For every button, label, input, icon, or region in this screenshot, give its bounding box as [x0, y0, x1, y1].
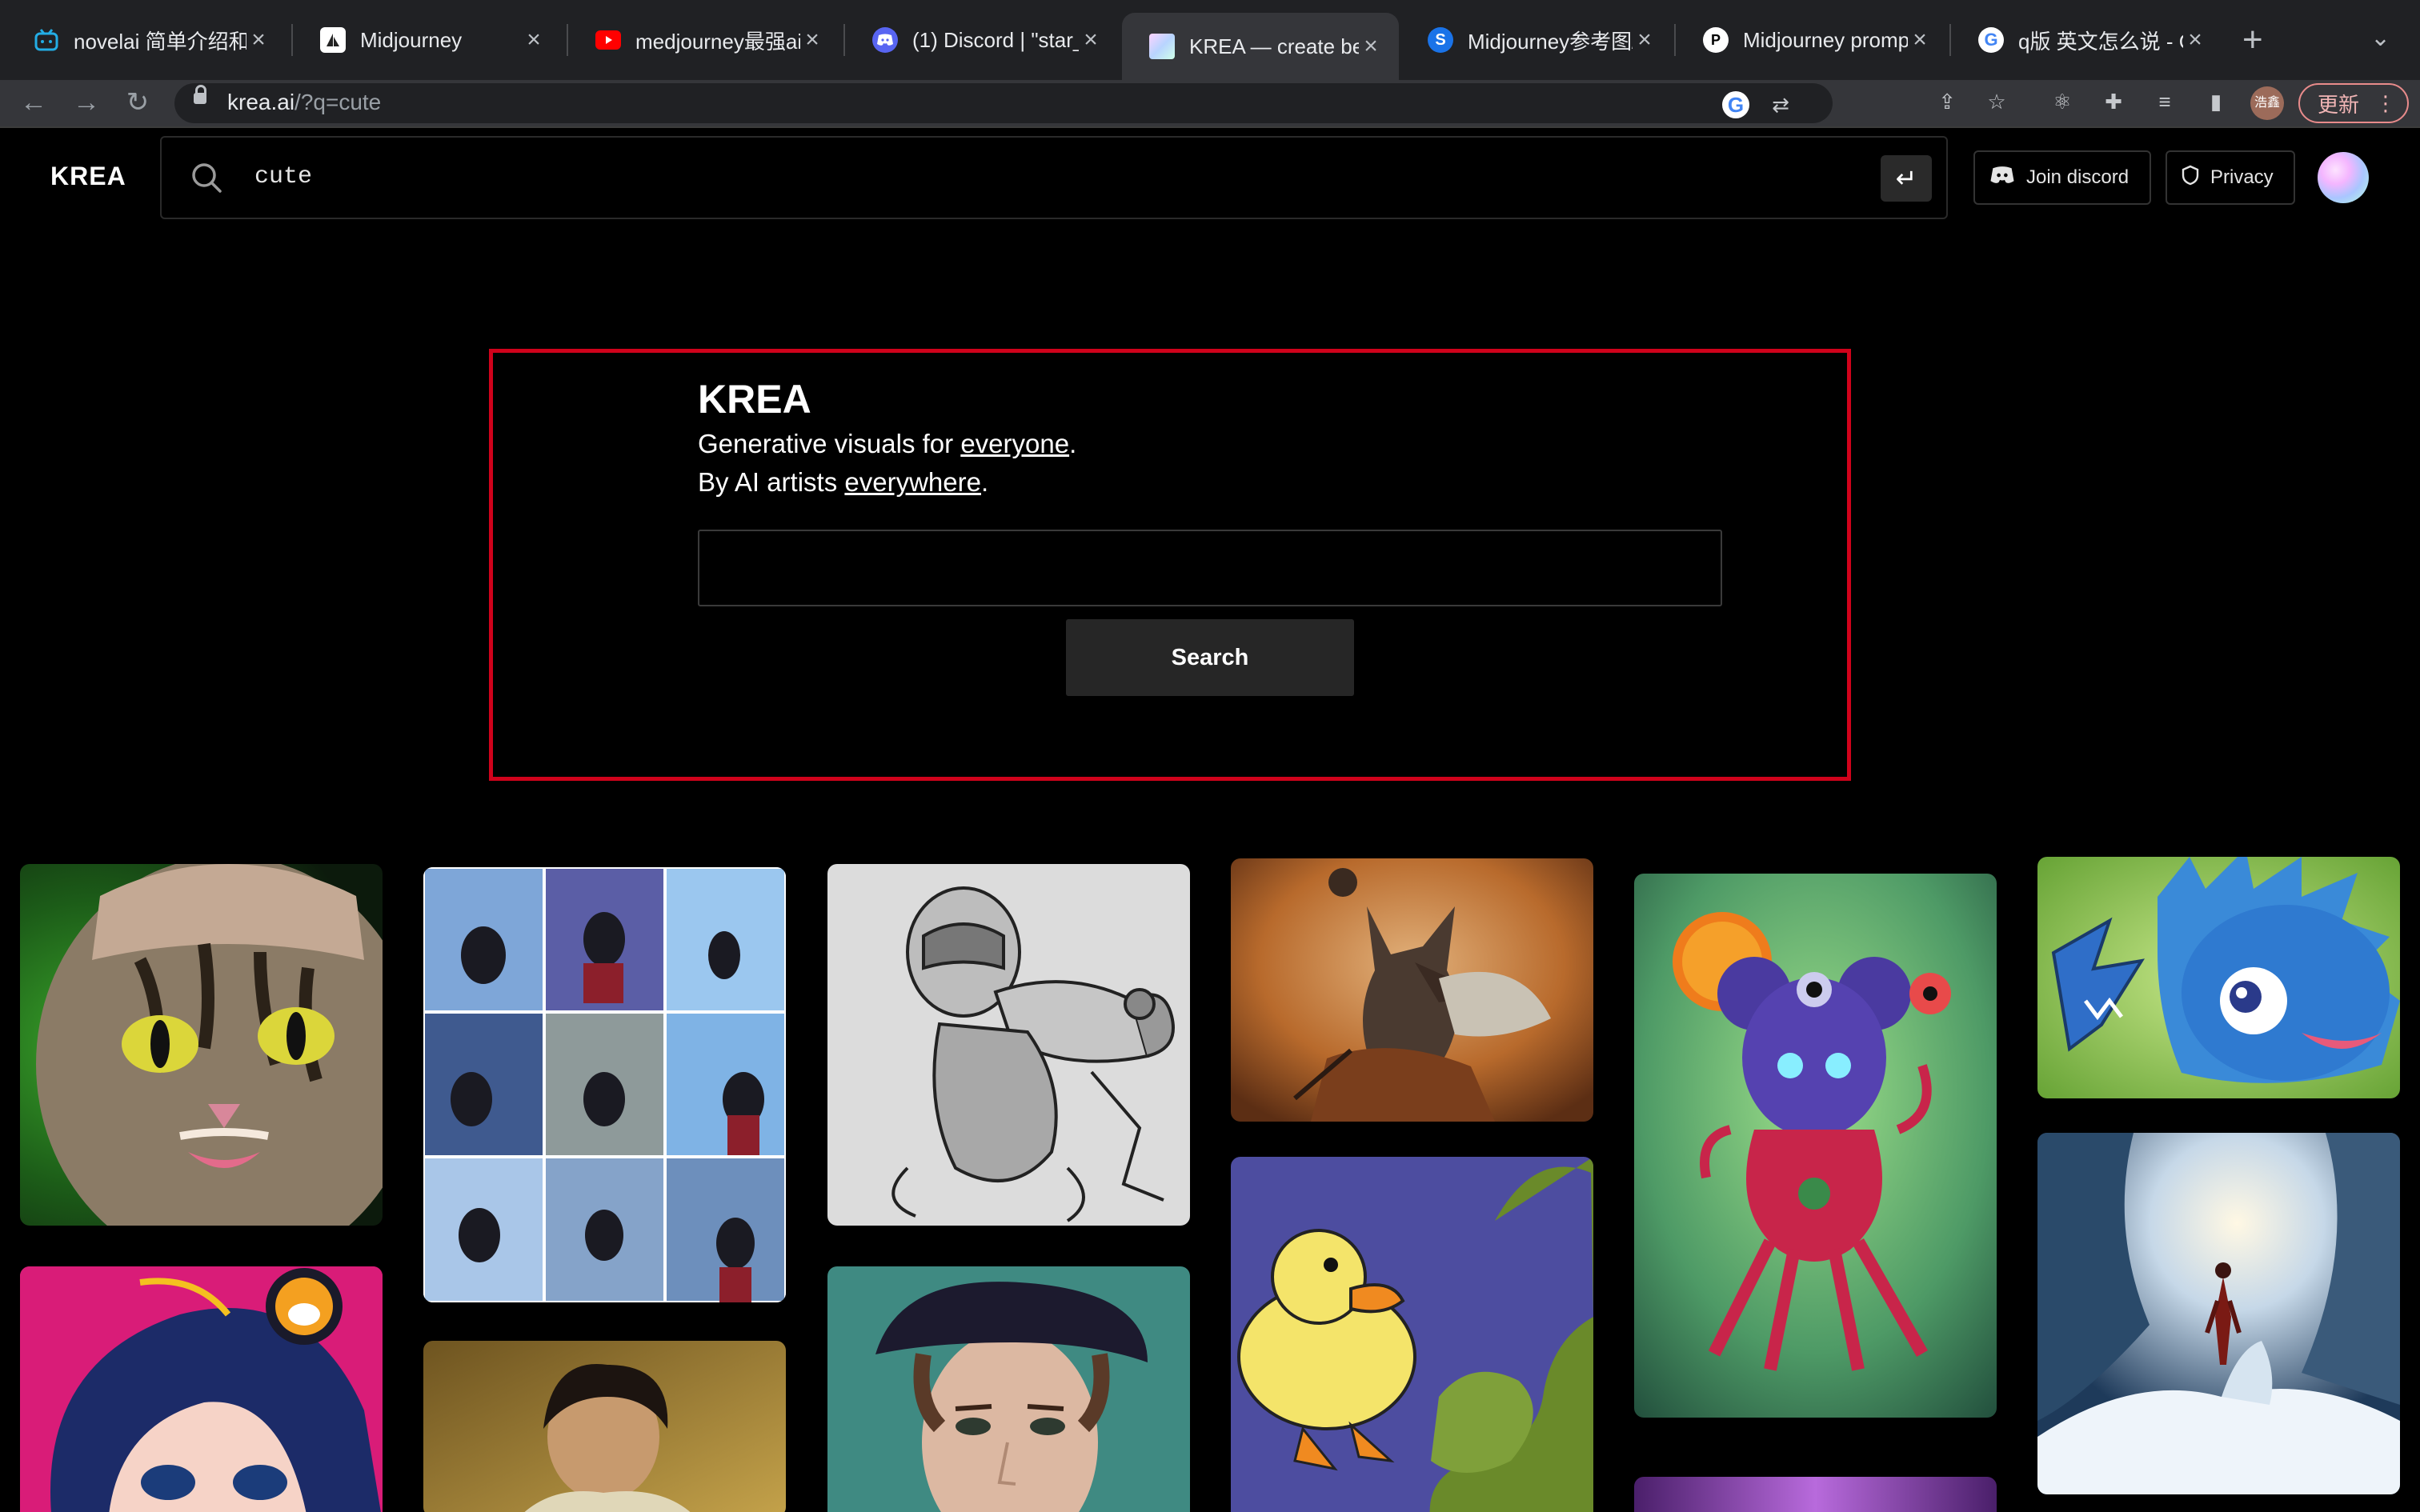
bookmark-star-icon[interactable]: ☆: [1983, 88, 2010, 115]
bilibili-icon: [34, 27, 59, 53]
tagline-text: Generative visuals for: [698, 429, 961, 458]
google-lens-icon[interactable]: G: [1722, 91, 1749, 118]
join-discord-button[interactable]: Join discord: [1973, 150, 2151, 205]
close-icon[interactable]: ×: [1079, 26, 1103, 54]
tab-title: KREA — create bet: [1189, 34, 1359, 58]
update-label: 更新: [2318, 92, 2360, 117]
tagline-text: By AI artists: [698, 467, 845, 497]
address-url: krea.ai/?q=cute: [227, 90, 381, 115]
profile-avatar[interactable]: 浩鑫: [2250, 86, 2284, 120]
browser-toolbar: ← → ↻ krea.ai/?q=cute G ⇄ ⇪ ☆ ⚛ ✚ ≡ ▮ 浩鑫…: [0, 80, 2420, 126]
discord-icon: [1989, 166, 2015, 190]
discord-icon: [872, 27, 898, 53]
tab-title: novelai 简单介绍和I: [74, 29, 246, 54]
close-icon[interactable]: ×: [1908, 26, 1932, 54]
privacy-label: Privacy: [2210, 166, 2274, 188]
krea-logo[interactable]: KREA: [50, 162, 126, 191]
reading-list-icon[interactable]: ≡: [2151, 88, 2178, 115]
tab-title: medjourney最强ai绘: [635, 29, 800, 54]
midjourney-icon: [320, 27, 346, 53]
everywhere-link[interactable]: everywhere: [844, 467, 981, 497]
browser-tab-novelai[interactable]: novelai 简单介绍和I ×: [6, 11, 286, 69]
gallery-image-anime-grid[interactable]: [423, 867, 786, 1302]
close-icon[interactable]: ×: [2183, 26, 2207, 54]
gallery-image-robot-sketch[interactable]: [827, 864, 1190, 1226]
join-discord-label: Join discord: [2026, 166, 2130, 188]
browser-tab-discord[interactable]: (1) Discord | "star_ ×: [845, 11, 1119, 69]
tab-title: Midjourney: [360, 27, 463, 52]
gallery-image-creature[interactable]: [1634, 874, 1997, 1418]
tab-title: (1) Discord | "star_: [912, 27, 1079, 52]
hero-search-input[interactable]: [698, 530, 1722, 606]
tagline-punct: .: [980, 467, 989, 497]
chrome-divider: [0, 126, 2420, 128]
gallery-image-boy-painting[interactable]: [423, 1341, 786, 1512]
browser-update-button[interactable]: 更新 ⋮: [2298, 83, 2409, 123]
everyone-link[interactable]: everyone: [960, 429, 1069, 458]
s-icon: S: [1428, 27, 1453, 53]
return-arrow-icon: ↵: [1895, 164, 1917, 193]
header-search-input[interactable]: cute: [254, 163, 312, 190]
user-avatar[interactable]: [2318, 152, 2369, 203]
github-icon: P: [1703, 27, 1729, 53]
tab-title: Midjourney参考图/: [1468, 29, 1633, 54]
close-icon[interactable]: ×: [1359, 33, 1383, 60]
browser-tab-reference[interactable]: S Midjourney参考图/ ×: [1400, 11, 1673, 69]
tab-search-chevron-icon[interactable]: ⌄: [2370, 24, 2390, 52]
close-icon[interactable]: ×: [800, 26, 824, 54]
hero-tagline-1: Generative visuals for everyone.: [698, 429, 1076, 459]
search-icon: [192, 163, 222, 193]
gallery-image-anime-girl[interactable]: [20, 1266, 383, 1512]
hero-search-button[interactable]: Search: [1066, 619, 1354, 696]
tab-title: q版 英文怎么说 - Go: [2018, 29, 2183, 54]
gallery-image-cat[interactable]: [20, 864, 383, 1226]
browser-tab-krea[interactable]: KREA — create bet ×: [1122, 13, 1399, 80]
side-panel-icon[interactable]: ▮: [2202, 88, 2230, 115]
address-bar[interactable]: krea.ai/?q=cute G ⇄: [174, 83, 1833, 123]
youtube-icon: [595, 27, 621, 53]
hero-tagline-2: By AI artists everywhere.: [698, 467, 988, 498]
gallery-image-duck[interactable]: [1231, 1157, 1593, 1512]
url-host: krea.ai: [227, 90, 295, 114]
react-devtools-icon[interactable]: ⚛: [2049, 88, 2076, 115]
browser-tab-github[interactable]: P Midjourney prompt ×: [1676, 11, 1948, 69]
browser-tab-midjourney[interactable]: Midjourney ×: [293, 11, 562, 69]
gallery-image-snow-cave[interactable]: [2037, 1133, 2400, 1494]
forward-arrow-icon[interactable]: →: [69, 85, 104, 120]
reload-icon[interactable]: ↻: [120, 85, 155, 120]
hero-title: KREA: [698, 377, 811, 422]
tab-title: Midjourney prompt: [1743, 27, 1908, 52]
gallery-image-blue-monster[interactable]: [2037, 857, 2400, 1098]
browser-tab-strip: novelai 简单介绍和I × Midjourney × medjourney…: [0, 0, 2420, 80]
google-icon: G: [1978, 27, 2004, 53]
kebab-menu-icon[interactable]: ⋮: [2375, 91, 2396, 116]
new-tab-button[interactable]: +: [2242, 22, 2263, 58]
browser-tab-google[interactable]: G q版 英文怎么说 - Go ×: [1951, 11, 2223, 69]
shield-icon: [2182, 165, 2199, 191]
tagline-punct: .: [1069, 429, 1077, 458]
privacy-button[interactable]: Privacy: [2166, 150, 2295, 205]
close-icon[interactable]: ×: [246, 26, 270, 54]
close-icon[interactable]: ×: [1633, 26, 1657, 54]
extensions-puzzle-icon[interactable]: ✚: [2100, 88, 2127, 115]
krea-icon: [1149, 34, 1175, 59]
translate-icon[interactable]: ⇄: [1767, 91, 1794, 118]
browser-tab-youtube[interactable]: medjourney最强ai绘 ×: [568, 11, 840, 69]
url-path: /?q=cute: [294, 90, 382, 114]
enter-key-button[interactable]: ↵: [1881, 155, 1932, 202]
header-search-bar[interactable]: cute ↵: [160, 136, 1948, 219]
close-icon[interactable]: ×: [522, 26, 546, 54]
gallery-image-woman-beret[interactable]: [827, 1266, 1190, 1512]
share-icon[interactable]: ⇪: [1933, 88, 1961, 115]
lock-icon[interactable]: [194, 85, 206, 104]
back-arrow-icon[interactable]: ←: [16, 85, 51, 120]
gallery-image-fox-warrior[interactable]: [1231, 858, 1593, 1122]
gallery-image-purple[interactable]: [1634, 1477, 1997, 1512]
